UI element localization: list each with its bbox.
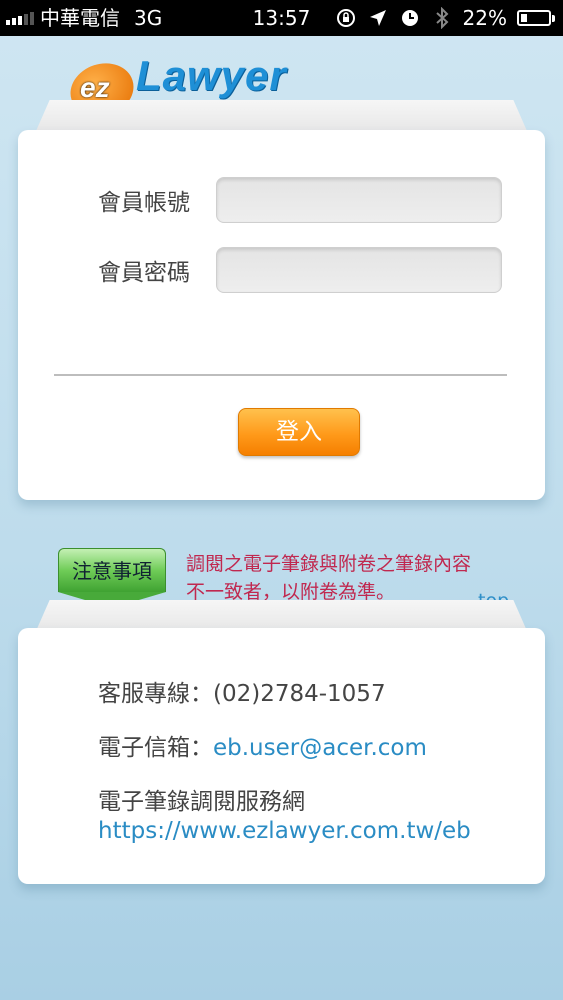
notice-text: 調閱之電子筆錄與附卷之筆錄內容不一致者，以附卷為準。 — [186, 553, 472, 603]
location-arrow-icon — [367, 7, 389, 29]
phone-number[interactable]: (02)2784-1057 — [213, 681, 386, 707]
battery-icon — [517, 10, 555, 26]
account-row: 會員帳號 — [98, 176, 502, 224]
phone-label: 客服專線： — [98, 681, 213, 707]
bluetooth-icon — [431, 7, 453, 29]
notice-badge: 注意事項 — [58, 548, 166, 608]
site-label: 電子筆錄調閱服務網 — [98, 789, 305, 815]
email-link[interactable]: eb.user@acer.com — [213, 735, 427, 761]
divider — [54, 374, 507, 376]
notice-badge-label: 注意事項 — [58, 548, 166, 592]
password-input[interactable] — [216, 247, 502, 293]
email-label: 電子信箱： — [98, 735, 213, 761]
status-bar: 中華電信 3G 13:57 22% — [0, 0, 563, 36]
alarm-clock-icon — [399, 7, 421, 29]
logo-brand: Lawyer — [136, 52, 287, 99]
password-label: 會員密碼 — [98, 260, 190, 286]
login-card: 會員帳號 會員密碼 登入 — [18, 130, 545, 500]
contact-card: 客服專線：(02)2784-1057 電子信箱：eb.user@acer.com… — [18, 628, 545, 884]
email-line: 電子信箱：eb.user@acer.com — [98, 728, 427, 762]
password-row: 會員密碼 — [98, 246, 502, 294]
account-input[interactable] — [216, 177, 502, 223]
phone-line: 客服專線：(02)2784-1057 — [98, 674, 386, 708]
logo-ez: ez — [80, 72, 110, 103]
carrier-name: 中華電信 — [40, 6, 120, 30]
network-type: 3G — [134, 6, 163, 30]
signal-strength-icon — [6, 11, 34, 25]
login-button[interactable]: 登入 — [238, 408, 360, 456]
rotation-lock-icon — [335, 7, 357, 29]
account-label: 會員帳號 — [98, 190, 190, 216]
battery-percent: 22% — [462, 6, 507, 30]
site-url-link[interactable]: https://www.ezlawyer.com.tw/eb — [98, 818, 471, 844]
